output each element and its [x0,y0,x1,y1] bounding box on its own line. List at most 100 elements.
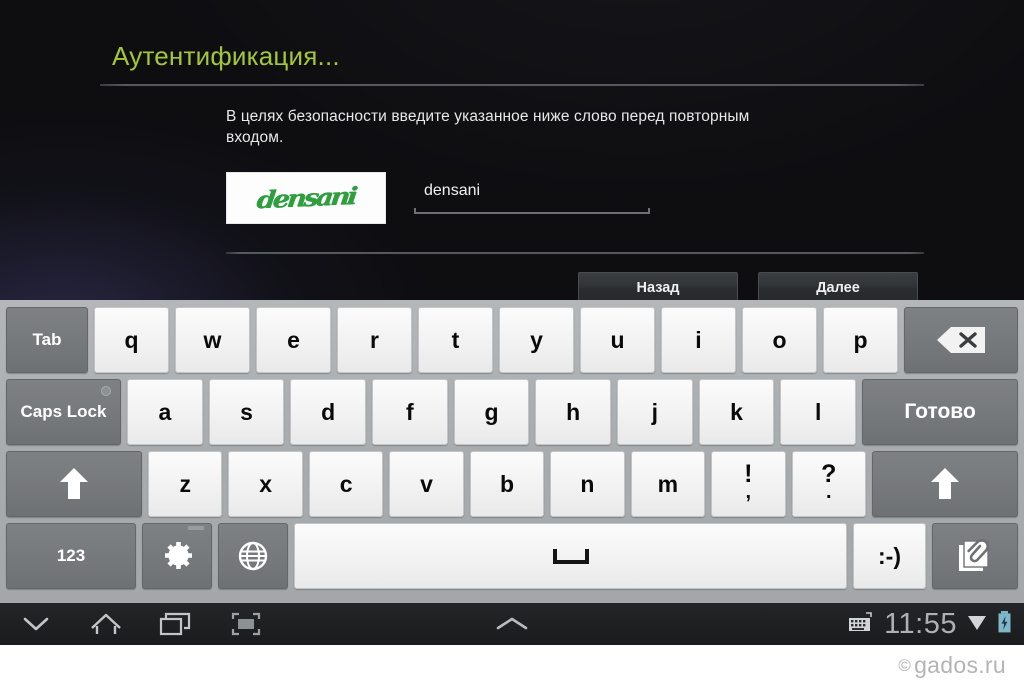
keyboard-row-3: z x c v b n m!,?. [6,451,1018,517]
nav-home-icon[interactable] [84,607,128,641]
key-numbers-123-label: 123 [56,546,86,565]
gear-icon [159,538,195,574]
key-k[interactable]: k [698,379,775,445]
navigation-icons [0,607,268,641]
captcha-image: densani [226,172,386,224]
key-p[interactable]: p [823,307,898,373]
next-button[interactable]: Далее [758,272,918,300]
captcha-input-underline [414,208,650,214]
key-v[interactable]: v [389,451,464,517]
key-v-label: v [420,470,433,497]
key-u-label: u [610,326,625,353]
back-button[interactable]: Назад [578,272,738,300]
paperclip-icon [955,536,995,576]
key-enter-done-label: Готово [904,400,976,423]
space-icon [552,548,589,564]
key-t-label: t [451,326,460,353]
key-settings[interactable] [142,523,212,589]
key-caps-lock-label: Caps Lock [20,402,107,421]
key-z-label: z [179,470,191,497]
key-e-label: e [287,326,300,353]
footer-divider [226,252,924,254]
keyboard-row-4: 123 :-) [6,523,1018,589]
key-t[interactable]: t [418,307,493,373]
dialog-button-row: Назад Далее [100,272,924,300]
wifi-status-icon[interactable] [966,611,988,638]
caps-lock-led-icon [101,386,111,396]
status-icons-cluster: 11:55 [847,609,1024,639]
content-area: Аутентификация... В целях безопасности в… [0,0,1024,300]
key-tab[interactable]: Tab [6,307,88,373]
authentication-dialog: Аутентификация... В целях безопасности в… [100,40,924,300]
key-r[interactable]: r [337,307,412,373]
instruction-text: В целях безопасности введите указанное н… [226,108,750,146]
key-m-label: m [657,470,679,497]
key-n[interactable]: n [550,451,625,517]
copyright-symbol: © [898,656,912,675]
system-navigation-bar: 11:55 [0,603,1024,645]
key-y-label: y [530,326,543,353]
keyboard-row-1: Tab q w e r t y u i o p [6,307,1018,373]
key-emoticon[interactable]: :-) [853,523,926,589]
settings-key-tab-marker [188,526,204,530]
key-b[interactable]: b [469,451,545,517]
on-screen-keyboard: Tab q w e r t y u i o p Caps Lock a s d f g h j k l Готово z… [0,300,1024,603]
captcha-input[interactable] [414,182,650,208]
key-enter-done[interactable]: Готово [862,379,1019,445]
page-title: Аутентификация... [112,41,340,71]
backspace-icon [935,325,987,355]
key-u[interactable]: u [580,307,655,373]
key-o[interactable]: o [742,307,817,373]
globe-icon [236,539,270,573]
key-d[interactable]: d [290,379,367,445]
key-shift-right[interactable] [871,451,1018,517]
key-g[interactable]: g [453,379,530,445]
key-question-period-secondary: . [825,480,832,503]
key-m[interactable]: m [630,451,706,517]
key-a-label: a [158,398,172,425]
key-h-label: h [566,398,581,425]
nav-screenshot-icon[interactable] [224,607,268,641]
key-i[interactable]: i [661,307,736,373]
keyboard-status-icon[interactable] [847,611,875,638]
key-caps-lock[interactable]: Caps Lock [6,379,121,445]
key-z[interactable]: z [148,451,223,517]
key-j[interactable]: j [617,379,693,445]
battery-charging-icon[interactable] [997,610,1012,639]
key-c[interactable]: c [308,451,384,517]
key-s[interactable]: s [208,379,285,445]
shift-arrow-icon [57,466,91,502]
nav-recents-icon[interactable] [154,607,198,641]
key-y[interactable]: y [499,307,574,373]
key-w[interactable]: w [175,307,250,373]
key-numbers-123[interactable]: 123 [6,523,136,589]
key-question-period[interactable]: ?. [791,451,866,517]
key-x-label: x [259,470,273,497]
key-h[interactable]: h [535,379,612,445]
key-q[interactable]: q [94,307,169,373]
key-shift-left[interactable] [6,451,142,517]
key-exclam-comma[interactable]: !, [711,451,786,517]
key-s-label: s [240,398,253,425]
key-e[interactable]: e [256,307,331,373]
key-w-label: w [203,326,222,353]
captcha-image-text: densani [255,182,357,214]
key-emoticon-label: :-) [878,542,901,569]
key-space[interactable] [294,523,847,589]
key-x[interactable]: x [228,451,303,517]
key-d-label: d [321,398,336,425]
key-j-label: j [651,398,659,425]
key-language[interactable] [218,523,288,589]
site-watermark: © gados.ru [898,652,1006,679]
key-backspace[interactable] [904,307,1018,373]
key-b-label: b [499,470,514,497]
key-p-label: p [853,326,868,353]
key-k-label: k [730,398,743,425]
key-l-label: l [815,398,822,425]
key-f[interactable]: f [372,379,448,445]
key-l[interactable]: l [780,379,857,445]
nav-hide-keyboard-icon[interactable] [14,607,58,641]
key-clipboard[interactable] [932,523,1018,589]
key-a[interactable]: a [127,379,203,445]
watermark-bar: © gados.ru [0,645,1024,685]
